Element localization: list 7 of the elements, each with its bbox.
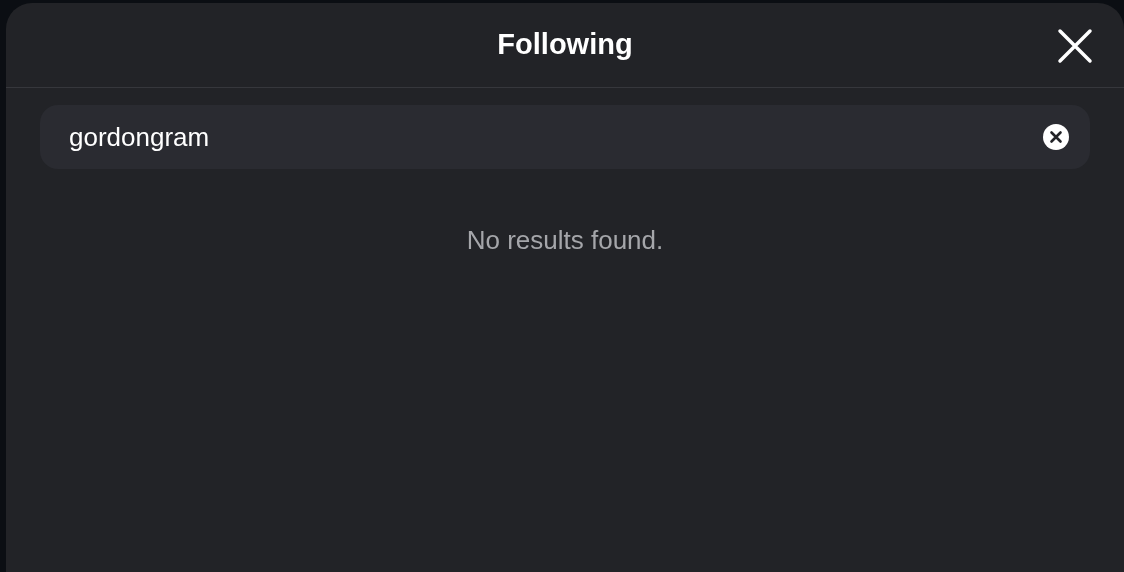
search-field[interactable]: gordongram [40,105,1090,169]
close-icon [1056,27,1094,65]
clear-icon [1042,123,1070,151]
clear-button[interactable] [1042,123,1070,151]
close-button[interactable] [1056,27,1094,65]
dialog-title: Following [497,27,633,63]
empty-message: No results found. [466,224,664,257]
